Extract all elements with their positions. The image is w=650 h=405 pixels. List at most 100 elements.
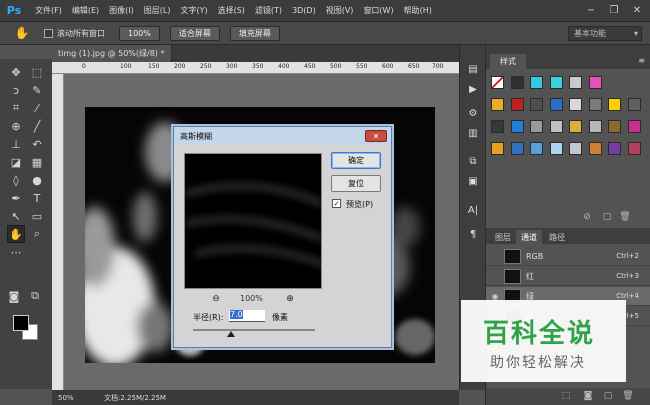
lasso-tool-icon[interactable]: ↄ <box>7 81 25 99</box>
style-swatch[interactable] <box>627 142 641 155</box>
move-tool-icon[interactable]: ✥ <box>7 63 25 81</box>
workspace-select[interactable]: 基本功能 ▾ <box>568 26 642 41</box>
zoom-100-button[interactable]: 100% <box>119 25 160 41</box>
fill-screen-button[interactable]: 填充屏幕 <box>229 25 280 41</box>
clone-source-icon[interactable]: ⧉ <box>465 153 481 169</box>
paragraph-panel-icon[interactable]: ¶ <box>465 226 481 242</box>
actions-play-icon[interactable]: ▶ <box>465 81 481 97</box>
quick-select-tool-icon[interactable]: ✎ <box>28 81 46 99</box>
radius-slider-thumb[interactable] <box>227 331 235 337</box>
style-swatch[interactable] <box>510 142 524 155</box>
quick-mask-icon[interactable]: ◙ <box>5 287 23 305</box>
dialog-close-button[interactable]: ✕ <box>365 130 387 142</box>
delete-style-icon[interactable]: 🗑 <box>619 211 631 223</box>
style-swatch[interactable] <box>530 98 543 111</box>
style-swatch[interactable] <box>569 142 582 155</box>
dialog-titlebar[interactable]: 高斯模糊 <box>174 127 391 145</box>
style-swatch[interactable] <box>530 76 543 89</box>
scroll-all-windows-checkbox[interactable] <box>44 28 53 38</box>
ok-button[interactable]: 确定 <box>331 152 381 169</box>
style-swatch[interactable] <box>627 120 641 133</box>
clone-stamp-tool-icon[interactable]: ⊥ <box>7 135 25 153</box>
hand-tool-icon[interactable]: ✋ <box>7 225 25 243</box>
radius-input[interactable]: 7.0 <box>229 310 265 322</box>
tab-channels[interactable]: 通道 <box>516 230 542 244</box>
brush-tool-icon[interactable]: ╱ <box>28 117 46 135</box>
menu-filter[interactable]: 滤镜(T) <box>255 5 282 16</box>
delete-channel-icon[interactable]: 🗑 <box>622 390 634 402</box>
style-swatch[interactable] <box>510 76 524 89</box>
new-channel-icon[interactable]: ▢ <box>602 390 614 402</box>
style-swatch[interactable] <box>569 120 582 133</box>
style-swatch[interactable] <box>491 120 504 133</box>
tab-paths[interactable]: 路径 <box>544 230 570 244</box>
preview-checkbox[interactable]: ✓ <box>332 199 341 208</box>
path-select-tool-icon[interactable]: ↖ <box>7 207 25 225</box>
blur-tool-icon[interactable]: ◊ <box>7 171 25 189</box>
restore-button[interactable]: ❐ <box>607 3 621 17</box>
channel-row-rgb[interactable]: RGB Ctrl+2 <box>486 247 650 266</box>
style-swatch[interactable] <box>510 120 524 133</box>
radius-slider[interactable] <box>193 329 315 331</box>
style-swatch[interactable] <box>569 76 582 89</box>
hand-tool-icon[interactable]: ✋ <box>14 25 30 41</box>
minimize-button[interactable]: − <box>584 3 598 17</box>
menu-image[interactable]: 图像(I) <box>109 5 134 16</box>
zoom-out-icon[interactable]: ⊖ <box>210 293 222 305</box>
menu-file[interactable]: 文件(F) <box>35 5 62 16</box>
save-selection-icon[interactable]: ◙ <box>582 390 594 402</box>
history-brush-tool-icon[interactable]: ↶ <box>28 135 46 153</box>
filter-preview[interactable] <box>184 153 322 289</box>
eyedropper-tool-icon[interactable]: ⁄ <box>28 99 46 117</box>
zoom-level[interactable]: 50% <box>52 394 80 402</box>
reset-button[interactable]: 复位 <box>331 175 381 192</box>
menu-edit[interactable]: 编辑(E) <box>72 5 99 16</box>
brush-presets-icon[interactable]: ▥ <box>465 125 481 141</box>
healing-brush-tool-icon[interactable]: ⊕ <box>7 117 25 135</box>
style-swatch[interactable] <box>608 142 621 155</box>
more-tools-icon[interactable]: ⋯ <box>7 243 25 261</box>
clear-style-icon[interactable]: ⊘ <box>581 211 593 223</box>
dodge-tool-icon[interactable]: ● <box>28 171 46 189</box>
foreground-color-swatch[interactable] <box>13 315 29 331</box>
fit-screen-button[interactable]: 适合屏幕 <box>169 25 220 41</box>
style-swatch[interactable] <box>549 142 563 155</box>
character-panel-icon[interactable]: A| <box>465 202 481 218</box>
gradient-tool-icon[interactable]: ▦ <box>28 153 46 171</box>
style-swatch[interactable] <box>588 98 602 111</box>
style-swatch[interactable] <box>491 76 504 89</box>
style-swatch[interactable] <box>510 98 524 111</box>
style-swatch[interactable] <box>530 120 543 133</box>
crop-tool-icon[interactable]: ⌗ <box>7 99 25 117</box>
style-swatch[interactable] <box>549 98 563 111</box>
load-selection-icon[interactable]: ⬚ <box>560 390 572 402</box>
zoom-tool-icon[interactable]: ⌕ <box>28 225 46 243</box>
eraser-tool-icon[interactable]: ◪ <box>7 153 25 171</box>
close-window-button[interactable]: ✕ <box>630 3 644 17</box>
document-tab[interactable]: timg (1).jpg @ 50%(绿/8) * × <box>52 45 177 62</box>
menu-select[interactable]: 选择(S) <box>218 5 245 16</box>
menu-view[interactable]: 视图(V) <box>326 5 354 16</box>
adjustments-icon[interactable]: ⚙ <box>465 105 481 121</box>
style-swatch[interactable] <box>491 142 504 155</box>
screen-mode-icon[interactable]: ⧉ <box>26 287 44 305</box>
style-swatch[interactable] <box>588 142 602 155</box>
zoom-in-icon[interactable]: ⊕ <box>284 293 296 305</box>
channel-row-red[interactable]: 红 Ctrl+3 <box>486 267 650 286</box>
menu-type[interactable]: 文字(Y) <box>180 5 207 16</box>
tab-layers[interactable]: 图层 <box>490 230 516 244</box>
style-swatch[interactable] <box>608 98 621 111</box>
style-swatch[interactable] <box>549 76 563 89</box>
style-swatch[interactable] <box>588 120 602 133</box>
panel-menu-icon[interactable]: ≡ <box>638 56 645 65</box>
style-swatch[interactable] <box>608 120 621 133</box>
menu-window[interactable]: 窗口(W) <box>363 5 393 16</box>
style-swatch[interactable] <box>530 142 543 155</box>
style-swatch[interactable] <box>491 98 504 111</box>
pen-tool-icon[interactable]: ✒ <box>7 189 25 207</box>
menu-help[interactable]: 帮助(H) <box>404 5 432 16</box>
type-tool-icon[interactable]: T <box>28 189 46 207</box>
rectangle-tool-icon[interactable]: ▭ <box>28 207 46 225</box>
style-swatch[interactable] <box>549 120 563 133</box>
tab-styles[interactable]: 样式 <box>490 54 526 69</box>
